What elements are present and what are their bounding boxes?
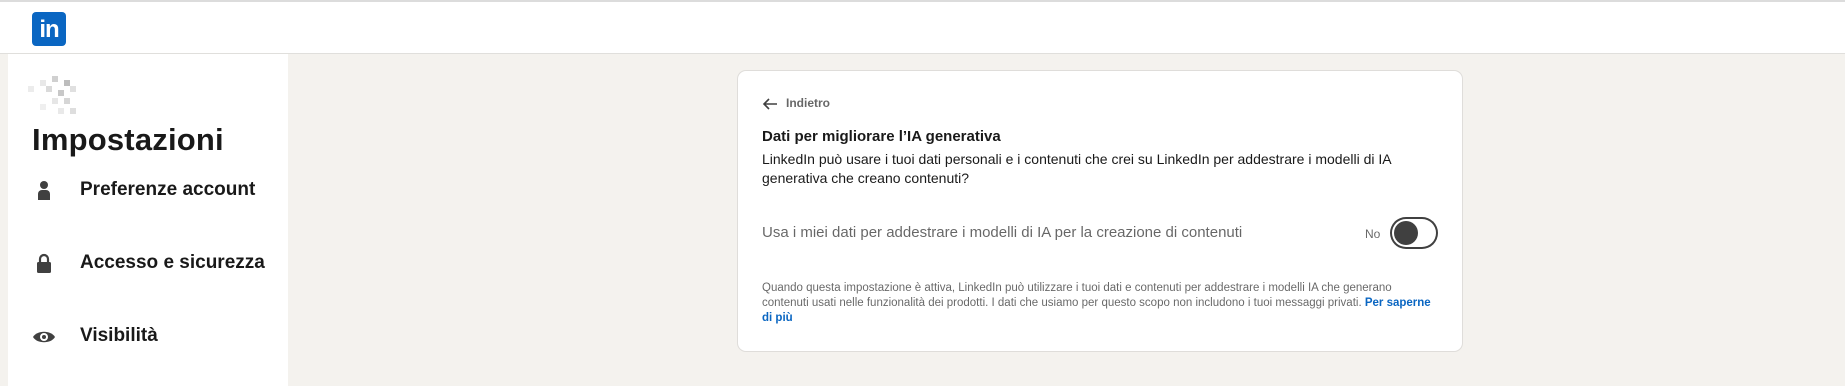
avatar[interactable] (24, 76, 86, 116)
person-icon (32, 178, 56, 202)
lock-icon (32, 251, 56, 275)
back-label: Indietro (786, 96, 830, 110)
sidebar-item-label: Preferenze account (80, 179, 256, 200)
sidebar-item-label: Visibilità (80, 325, 158, 346)
toggle-knob (1394, 221, 1418, 245)
top-bar: in (0, 0, 1845, 54)
card-description: LinkedIn può usare i tuoi dati personali… (762, 151, 1391, 186)
arrow-left-icon (762, 98, 777, 110)
settings-sidebar: Impostazioni Preferenze account Accesso … (8, 54, 288, 386)
toggle-label: Usa i miei dati per addestrare i modelli… (762, 224, 1243, 241)
linkedin-logo[interactable]: in (32, 12, 66, 46)
card-title: Dati per migliorare l’IA generativa (762, 128, 1001, 145)
eye-icon (32, 324, 56, 348)
sidebar-item-label: Accesso e sicurezza (80, 252, 265, 273)
sidebar-item-visibility[interactable]: Visibilità (32, 316, 282, 356)
sidebar-item-account-preferences[interactable]: Preferenze account (32, 170, 282, 210)
sidebar-item-sign-in-security[interactable]: Accesso e sicurezza (32, 243, 282, 283)
info-note: Quando questa impostazione è attiva, Lin… (762, 281, 1432, 326)
generative-ai-data-card: Indietro Dati per migliorare l’IA genera… (738, 71, 1462, 351)
info-note-text: Quando questa impostazione è attiva, Lin… (762, 282, 1392, 309)
left-gutter (0, 54, 8, 386)
toggle-state-label: No (1365, 227, 1381, 241)
page-title: Impostazioni (32, 122, 224, 157)
ai-training-toggle[interactable] (1390, 217, 1438, 249)
